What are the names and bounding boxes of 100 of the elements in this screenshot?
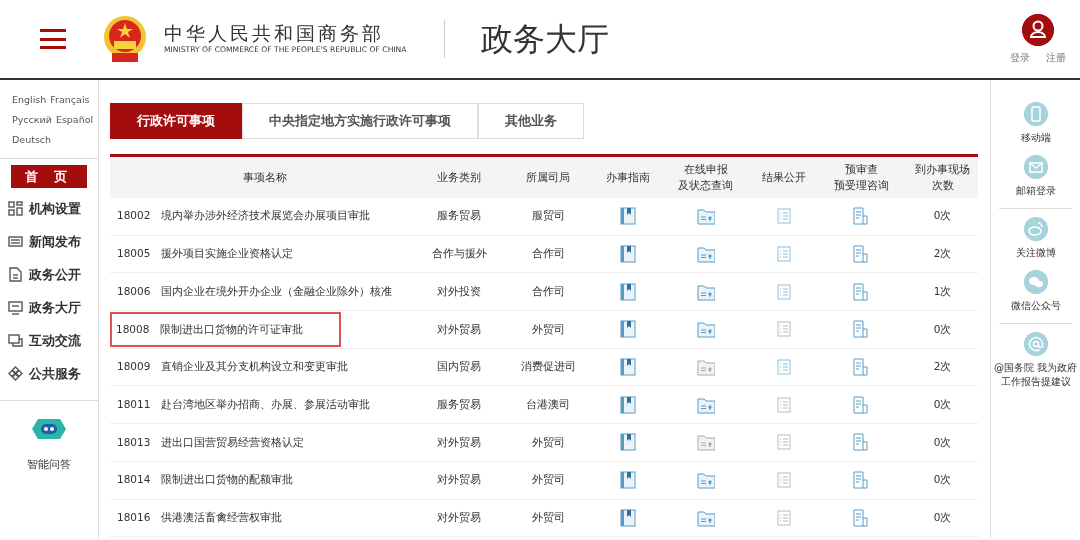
document-icon[interactable] xyxy=(852,508,870,527)
folder-upload-icon[interactable] xyxy=(696,395,715,414)
item-name[interactable]: 18014 限制进出口货物的配额审批 xyxy=(117,473,293,486)
menu-button[interactable] xyxy=(40,29,66,49)
folder-upload-icon[interactable] xyxy=(696,358,715,377)
weibo-icon[interactable] xyxy=(1023,217,1048,241)
chat-bubbles-icon[interactable] xyxy=(1023,270,1048,294)
item-name[interactable]: 18005 援外项目实施企业资格认定 xyxy=(117,247,293,260)
table-cell: 外贸司 xyxy=(498,461,598,499)
book-icon[interactable] xyxy=(619,282,637,301)
list-icon[interactable] xyxy=(775,471,793,490)
folder-upload-icon[interactable] xyxy=(696,320,715,339)
side-link[interactable]: 关注微博 xyxy=(992,246,1079,260)
table-cell: 服务贸易 xyxy=(420,197,498,236)
emblem-icon xyxy=(102,15,148,63)
table-cell: 1次 xyxy=(907,272,978,311)
book-icon[interactable] xyxy=(619,395,637,414)
document-icon[interactable] xyxy=(852,320,870,339)
table-cell: 0次 xyxy=(907,197,978,236)
table-cell: 服务贸易 xyxy=(420,385,498,424)
folder-upload-icon[interactable] xyxy=(696,245,715,264)
item-name[interactable]: 18013 进出口国营贸易经营资格认定 xyxy=(117,435,304,448)
sidebar-item[interactable]: 机构设置 xyxy=(29,198,81,219)
list-icon[interactable] xyxy=(775,320,793,339)
login-link[interactable]: 登录 xyxy=(1010,49,1030,65)
language-link[interactable]: Русский xyxy=(12,114,52,125)
column-header: 所属司局 xyxy=(498,155,598,198)
robot-icon[interactable] xyxy=(32,417,66,441)
sidebar-item[interactable]: 首 页 xyxy=(11,165,87,188)
document-icon[interactable] xyxy=(852,282,870,301)
folder-upload-icon[interactable] xyxy=(696,207,715,226)
document-icon xyxy=(8,267,23,282)
language-link[interactable]: English xyxy=(12,94,47,105)
table-cell: 0次 xyxy=(907,499,978,537)
book-icon[interactable] xyxy=(619,508,637,527)
chat-icon xyxy=(8,333,23,348)
sidebar-item[interactable]: 互动交流 xyxy=(29,330,81,351)
table-cell: 对外贸易 xyxy=(420,461,498,499)
ministry-name: 中华人民共和国商务部 xyxy=(164,22,385,44)
book-icon[interactable] xyxy=(619,358,637,377)
item-name[interactable]: 18008 限制进出口货物的许可证审批 xyxy=(110,311,341,348)
book-icon[interactable] xyxy=(619,433,637,452)
folder-upload-icon[interactable] xyxy=(696,508,715,527)
item-name[interactable]: 18011 赴台湾地区举办招商、办展、参展活动审批 xyxy=(117,397,370,410)
book-icon[interactable] xyxy=(619,207,637,226)
list-icon[interactable] xyxy=(775,433,793,452)
side-link[interactable]: @国务院 我为政府工作报告提建议 xyxy=(992,361,1079,389)
list-icon[interactable] xyxy=(775,282,793,301)
document-icon[interactable] xyxy=(852,433,870,452)
tab[interactable]: 其他业务 xyxy=(478,103,584,139)
language-link[interactable]: Español xyxy=(55,114,94,125)
language-link[interactable]: Deutsch xyxy=(12,134,52,145)
sidebar-item[interactable]: 公共服务 xyxy=(29,363,81,384)
user-avatar-icon[interactable] xyxy=(1022,13,1054,46)
side-link[interactable]: 邮箱登录 xyxy=(992,184,1079,198)
item-name[interactable]: 18009 直销企业及其分支机构设立和变更审批 xyxy=(117,360,348,373)
sidebar-item[interactable]: 新闻发布 xyxy=(29,231,81,252)
folder-upload-icon[interactable] xyxy=(696,471,715,490)
table-cell: 国内贸易 xyxy=(420,348,498,386)
folder-upload-icon[interactable] xyxy=(696,282,715,301)
side-link[interactable]: 微信公众号 xyxy=(992,299,1079,313)
at-sign-icon[interactable] xyxy=(1023,332,1048,356)
list-icon[interactable] xyxy=(775,358,793,377)
table-cell: 0次 xyxy=(907,461,978,499)
document-icon[interactable] xyxy=(852,471,870,490)
phone-icon[interactable] xyxy=(1023,102,1048,126)
column-header: 业务类别 xyxy=(420,155,498,198)
sidebar-item[interactable]: 政务大厅 xyxy=(29,297,81,318)
book-icon[interactable] xyxy=(619,320,637,339)
book-icon[interactable] xyxy=(619,245,637,264)
document-icon[interactable] xyxy=(852,358,870,377)
language-link[interactable]: Français xyxy=(50,94,90,105)
tab[interactable]: 行政许可事项 xyxy=(110,103,242,139)
document-icon[interactable] xyxy=(852,245,870,264)
list-icon[interactable] xyxy=(775,207,793,226)
list-icon[interactable] xyxy=(775,508,793,527)
table-cell: 对外贸易 xyxy=(420,423,498,462)
table-cell: 对外投资 xyxy=(420,272,498,311)
column-header: 预审查 预受理咨询 xyxy=(815,155,907,198)
assistant-label[interactable]: 智能问答 xyxy=(27,457,71,473)
register-link[interactable]: 注册 xyxy=(1046,49,1066,65)
list-icon[interactable] xyxy=(775,395,793,414)
diamond-icon xyxy=(8,366,23,381)
table-cell: 服贸司 xyxy=(498,197,598,236)
table-cell: 2次 xyxy=(907,348,978,386)
table-cell: 消费促进司 xyxy=(498,348,598,386)
document-icon[interactable] xyxy=(852,395,870,414)
item-name[interactable]: 18002 境内举办涉外经济技术展览会办展项目审批 xyxy=(117,209,370,222)
mail-icon[interactable] xyxy=(1023,155,1048,179)
sidebar-item[interactable]: 政务公开 xyxy=(29,264,81,285)
book-icon[interactable] xyxy=(619,471,637,490)
item-name[interactable]: 18006 国内企业在境外开办企业（金融企业除外）核准 xyxy=(117,284,392,297)
list-icon[interactable] xyxy=(775,245,793,264)
item-name[interactable]: 18016 供港澳活畜禽经营权审批 xyxy=(117,510,282,523)
tab[interactable]: 中央指定地方实施行政许可事项 xyxy=(242,103,478,139)
folder-upload-icon[interactable] xyxy=(696,433,715,452)
table-cell: 合作与援外 xyxy=(420,235,498,273)
document-icon[interactable] xyxy=(852,207,870,226)
column-header: 事项名称 xyxy=(110,155,420,198)
side-link[interactable]: 移动端 xyxy=(992,131,1079,145)
